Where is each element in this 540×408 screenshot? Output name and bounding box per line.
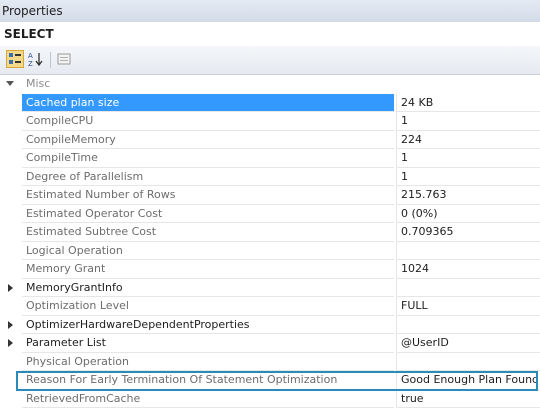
property-row[interactable]: OptimizerHardwareDependentProperties [0, 316, 540, 335]
property-name: OptimizerHardwareDependentProperties [22, 316, 394, 335]
properties-toolbar: A Z [0, 46, 540, 75]
object-selector[interactable]: SELECT [0, 22, 540, 47]
property-value[interactable]: 224 [396, 131, 540, 150]
row-gutter [0, 353, 22, 372]
property-value[interactable]: 1 [396, 168, 540, 187]
property-row[interactable]: Logical Operation [0, 242, 540, 261]
property-row[interactable]: Memory Grant1024 [0, 260, 540, 279]
property-value[interactable]: 1 [396, 112, 540, 131]
expand-icon[interactable] [8, 321, 13, 329]
category-label: Misc [22, 75, 394, 94]
property-name: CompileMemory [22, 131, 394, 150]
property-name: CompileTime [22, 149, 394, 168]
row-gutter [0, 316, 22, 335]
categorized-button[interactable] [6, 50, 24, 68]
row-gutter [0, 334, 22, 353]
property-row[interactable]: Parameter List@UserID [0, 334, 540, 353]
property-row[interactable]: RetrievedFromCachetrue [0, 390, 540, 408]
property-value[interactable]: 0 (0%) [396, 205, 540, 224]
row-gutter [0, 371, 22, 390]
alphabetical-sort-icon: A Z [28, 51, 44, 67]
property-name: Optimization Level [22, 297, 394, 316]
property-value[interactable]: 1024 [396, 260, 540, 279]
expand-icon[interactable] [8, 339, 13, 347]
alphabetical-button[interactable]: A Z [27, 50, 45, 68]
property-pages-icon [57, 52, 71, 66]
category-row-misc[interactable]: Misc [0, 75, 540, 94]
property-value[interactable]: 24 KB [396, 94, 540, 113]
row-gutter [0, 260, 22, 279]
window-title: Properties [2, 4, 63, 18]
property-row[interactable]: Estimated Number of Rows215.763 [0, 186, 540, 205]
window-titlebar: Properties [0, 0, 540, 23]
property-name: MemoryGrantInfo [22, 279, 394, 298]
row-gutter [0, 94, 22, 113]
property-value[interactable] [396, 279, 540, 298]
property-pages-button[interactable] [55, 50, 73, 68]
property-row[interactable]: Cached plan size24 KB [0, 94, 540, 113]
row-gutter [0, 223, 22, 242]
property-value[interactable]: 0.709365 [396, 223, 540, 242]
property-name: Logical Operation [22, 242, 394, 261]
row-gutter [0, 242, 22, 261]
row-gutter [0, 205, 22, 224]
row-gutter [0, 279, 22, 298]
row-gutter [0, 390, 22, 408]
property-name: Degree of Parallelism [22, 168, 394, 187]
row-gutter [0, 186, 22, 205]
collapse-icon[interactable] [6, 81, 14, 86]
row-gutter [0, 168, 22, 187]
property-value[interactable]: 215.763 [396, 186, 540, 205]
property-row[interactable]: CompileCPU1 [0, 112, 540, 131]
object-name: SELECT [4, 27, 54, 41]
property-value[interactable]: 1 [396, 149, 540, 168]
row-gutter [0, 149, 22, 168]
property-row[interactable]: Physical Operation [0, 353, 540, 372]
category-gutter [0, 75, 22, 94]
property-row[interactable]: Estimated Subtree Cost0.709365 [0, 223, 540, 242]
property-row[interactable]: Estimated Operator Cost0 (0%) [0, 205, 540, 224]
categorized-icon [8, 52, 22, 66]
property-name: Reason For Early Termination Of Statemen… [22, 371, 394, 390]
row-gutter [0, 112, 22, 131]
property-value[interactable] [396, 353, 540, 372]
row-gutter [0, 131, 22, 150]
property-value[interactable]: @UserID [396, 334, 540, 353]
property-name: RetrievedFromCache [22, 390, 394, 408]
property-row[interactable]: Degree of Parallelism1 [0, 168, 540, 187]
property-name: Parameter List [22, 334, 394, 353]
row-gutter [0, 297, 22, 316]
property-value[interactable]: true [396, 390, 540, 408]
expand-icon[interactable] [8, 284, 13, 292]
property-grid: Misc Cached plan size24 KBCompileCPU1Com… [0, 75, 540, 407]
property-name: CompileCPU [22, 112, 394, 131]
property-row[interactable]: Optimization LevelFULL [0, 297, 540, 316]
property-name: Estimated Subtree Cost [22, 223, 394, 242]
property-row[interactable]: MemoryGrantInfo [0, 279, 540, 298]
property-name: Estimated Operator Cost [22, 205, 394, 224]
property-name: Physical Operation [22, 353, 394, 372]
toolbar-separator [50, 52, 51, 68]
property-value[interactable] [396, 242, 540, 261]
property-name: Cached plan size [22, 94, 394, 113]
property-row[interactable]: Reason For Early Termination Of Statemen… [0, 371, 540, 390]
property-name: Memory Grant [22, 260, 394, 279]
property-row[interactable]: CompileMemory224 [0, 131, 540, 150]
property-value[interactable] [396, 316, 540, 335]
property-name: Estimated Number of Rows [22, 186, 394, 205]
svg-text:Z: Z [28, 60, 33, 67]
property-row[interactable]: CompileTime1 [0, 149, 540, 168]
svg-text:A: A [28, 52, 33, 60]
property-value[interactable]: FULL [396, 297, 540, 316]
property-value[interactable]: Good Enough Plan Found [396, 371, 540, 390]
